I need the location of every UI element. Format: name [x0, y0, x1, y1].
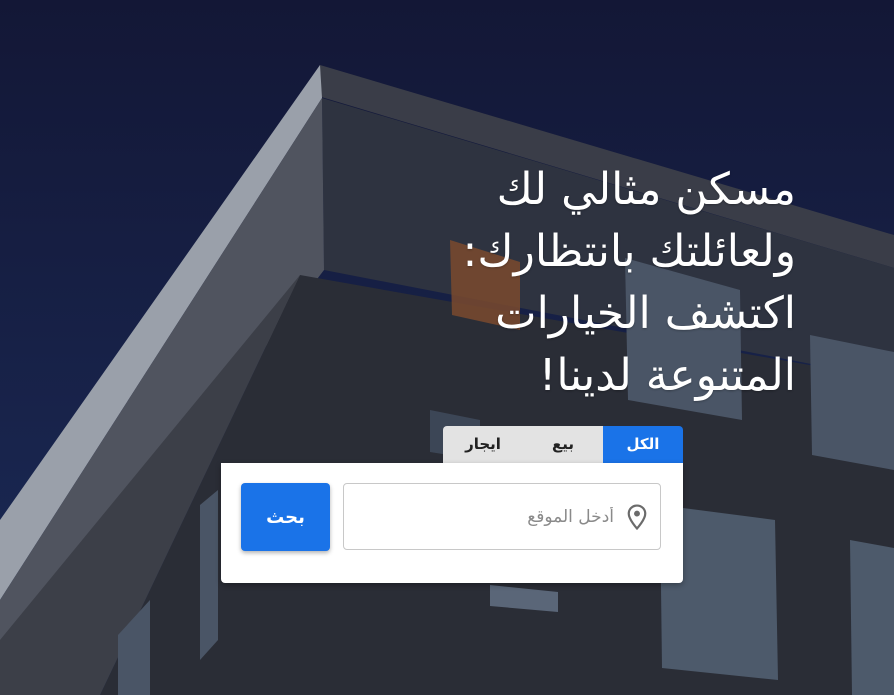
location-input[interactable] [372, 505, 616, 528]
location-field[interactable] [343, 483, 661, 550]
map-pin-icon [627, 503, 647, 530]
search-tabs: الكل بيع ايجار [443, 426, 683, 463]
hero-headline: مسكن مثالي لك ولعائلتك بانتظارك: اكتشف ا… [276, 159, 796, 407]
tab-sale[interactable]: بيع [523, 426, 603, 463]
search-button[interactable]: بحث [241, 483, 330, 551]
search-card: بحث [221, 463, 683, 583]
headline-line: ولعائلتك بانتظارك: [462, 226, 796, 278]
headline-line: اكتشف الخيارات [495, 288, 796, 340]
tab-rent[interactable]: ايجار [443, 426, 523, 463]
tab-all[interactable]: الكل [603, 426, 683, 463]
headline-line: المتنوعة لدينا! [538, 350, 796, 402]
headline-line: مسكن مثالي لك [496, 164, 796, 216]
